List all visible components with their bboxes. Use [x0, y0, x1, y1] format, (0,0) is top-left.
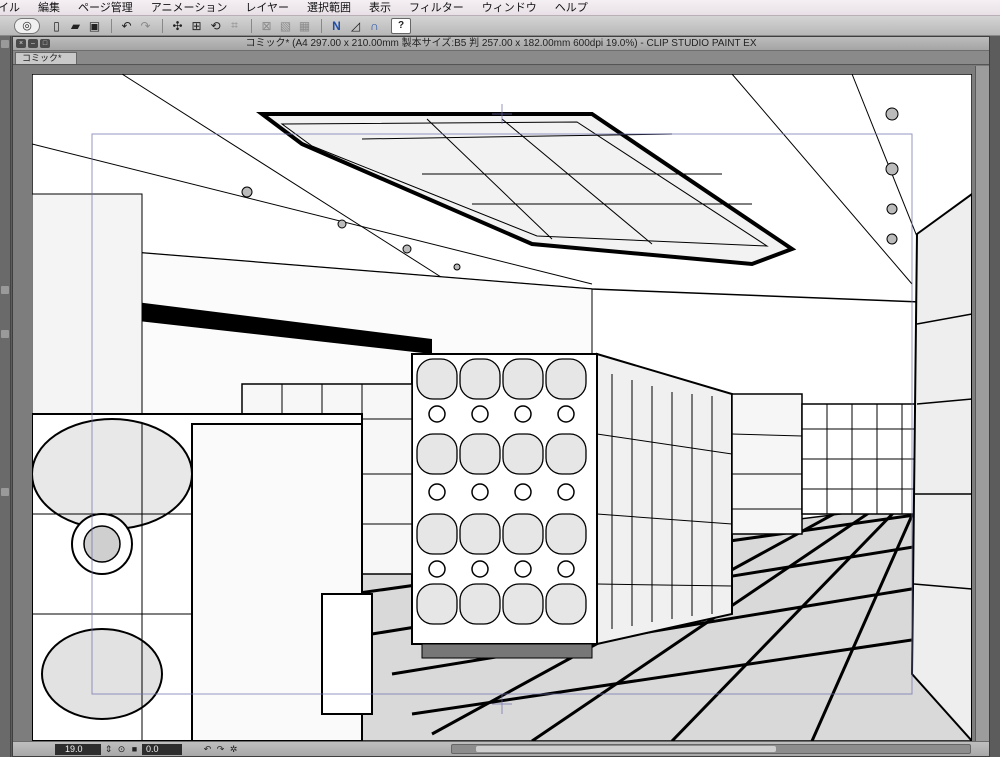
- zoom-input[interactable]: 19.0: [55, 743, 101, 755]
- grid-icon[interactable]: ▦: [296, 18, 313, 34]
- vertical-scrollbar[interactable]: [975, 66, 989, 741]
- palette-handle[interactable]: [1, 330, 9, 338]
- save-file-icon[interactable]: ▣: [86, 18, 103, 34]
- open-file-icon[interactable]: ▰: [67, 18, 84, 34]
- rotation-angle-input[interactable]: 0.0: [142, 743, 182, 755]
- zoom-fit-icon[interactable]: ⊙: [116, 744, 127, 755]
- menu-layer[interactable]: レイヤー: [236, 0, 298, 16]
- rotate-right-icon[interactable]: ↷: [215, 744, 226, 755]
- rotate-left-icon[interactable]: ↶: [202, 744, 213, 755]
- menu-filter[interactable]: フィルター: [400, 0, 473, 16]
- rotate-icon[interactable]: ⟲: [207, 18, 224, 34]
- perspective-snap-icon[interactable]: ∩: [366, 18, 383, 34]
- new-file-icon[interactable]: ▯: [48, 18, 65, 34]
- horizontal-scrollbar[interactable]: [451, 744, 971, 754]
- menu-edit[interactable]: 編集: [29, 0, 69, 16]
- menu-file[interactable]: イル: [0, 0, 29, 16]
- toolbar-divider: [111, 18, 112, 33]
- palette-handle[interactable]: [1, 488, 9, 496]
- zoom-stepper-icon[interactable]: ⇕: [103, 744, 114, 755]
- fill-icon[interactable]: ▧: [277, 18, 294, 34]
- left-palette-edge: [0, 36, 11, 757]
- ruler-link-icon[interactable]: N: [328, 18, 345, 34]
- command-bar: ◎ ▯ ▰ ▣ ↶ ↷ ✣ ⊞ ⟲ ⌗ ⊠ ▧ ▦ N ◿ ∩ ?: [0, 16, 1000, 36]
- document-tab[interactable]: コミック*: [15, 52, 77, 64]
- zoom-reset-icon[interactable]: ■: [129, 744, 140, 755]
- crop-icon[interactable]: ⌗: [226, 18, 243, 34]
- selection-move-icon[interactable]: ✣: [169, 18, 186, 34]
- document-titlebar[interactable]: × – □ コミック* (A4 297.00 x 210.00mm 製本サイズ:…: [13, 37, 989, 51]
- menu-selection[interactable]: 選択範囲: [298, 0, 360, 16]
- toolbar-divider: [162, 18, 163, 33]
- menu-animation[interactable]: アニメーション: [142, 0, 237, 16]
- menu-view[interactable]: 表示: [360, 0, 400, 16]
- menu-window[interactable]: ウィンドウ: [473, 0, 546, 16]
- app-logo-icon[interactable]: ◎: [14, 17, 40, 34]
- canvas-paper[interactable]: [32, 74, 972, 741]
- canvas-area[interactable]: [13, 66, 989, 741]
- menu-bar: イル 編集 ページ管理 アニメーション レイヤー 選択範囲 表示 フィルター ウ…: [0, 0, 1000, 16]
- toolbar-divider: [251, 18, 252, 33]
- transform-icon[interactable]: ⊞: [188, 18, 205, 34]
- menu-help[interactable]: ヘルプ: [546, 0, 597, 16]
- clear-icon[interactable]: ⊠: [258, 18, 275, 34]
- undo-icon[interactable]: ↶: [118, 18, 135, 34]
- document-tab-bar: コミック*: [13, 51, 989, 65]
- document-title: コミック* (A4 297.00 x 210.00mm 製本サイズ:B5 判 2…: [245, 38, 757, 49]
- status-bar: 19.0 ⇕ ⊙ ■ 0.0 ↶ ↷ ✲: [13, 741, 989, 756]
- help-button[interactable]: ?: [391, 17, 411, 34]
- toolbar-divider: [321, 18, 322, 33]
- palette-handle[interactable]: [1, 286, 9, 294]
- document-window: × – □ コミック* (A4 297.00 x 210.00mm 製本サイズ:…: [12, 36, 990, 757]
- manga-artwork: [32, 74, 972, 741]
- flip-icon[interactable]: ✲: [228, 744, 239, 755]
- redo-icon[interactable]: ↷: [137, 18, 154, 34]
- palette-handle[interactable]: [1, 40, 9, 48]
- menu-page-management[interactable]: ページ管理: [69, 0, 142, 16]
- horizontal-scroll-thumb[interactable]: [476, 746, 776, 752]
- ruler-snap-icon[interactable]: ◿: [347, 18, 364, 34]
